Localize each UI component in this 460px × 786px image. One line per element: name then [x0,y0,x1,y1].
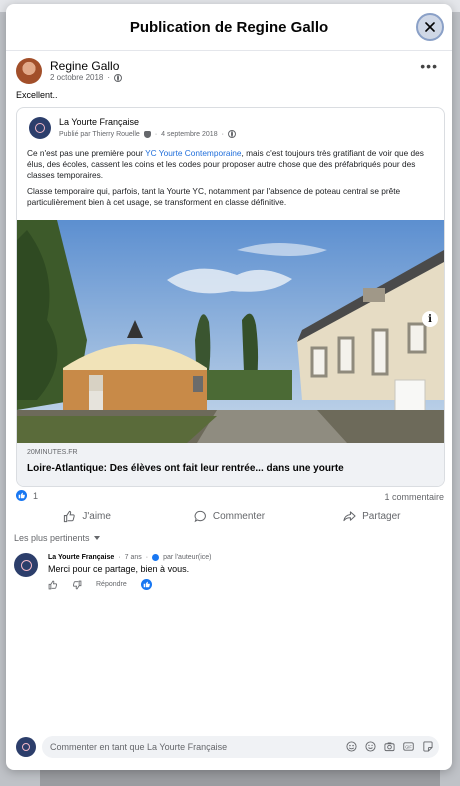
shared-paragraph-1: Ce n'est pas une première pour YC Yourte… [27,148,424,180]
shared-post: La Yourte Française Publié par Thierry R… [16,107,445,487]
shared-post-body: Ce n'est pas une première pour YC Yourte… [27,148,437,213]
comment-actions: Répondre [48,579,152,590]
commenter-avatar[interactable] [14,553,38,577]
likes-count: 1 [33,490,39,501]
link-preview[interactable]: 20MINUTES.FR Loire-Atlantique: Des élève… [17,443,444,486]
published-by: Publié par Thierry Rouelle [59,130,140,138]
more-options-button[interactable]: ••• [420,59,438,73]
link-source: 20MINUTES.FR [27,449,78,456]
yurt-photo[interactable] [17,220,444,443]
post-meta: 2 octobre 2018 · [50,73,123,82]
info-icon[interactable]: i [422,311,438,327]
camera-icon[interactable] [384,741,395,752]
thumbs-down-icon[interactable] [72,580,82,590]
post-text: Excellent.. [16,90,58,100]
like-reaction-icon [16,490,27,501]
sticker-icon[interactable] [422,741,433,752]
shared-post-date[interactable]: 4 septembre 2018 [161,131,217,138]
comment-header: La Yourte Française · 7 ans · par l'aute… [48,554,212,561]
avatar-icon[interactable] [346,741,357,752]
shared-post-meta: Publié par Thierry Rouelle · 4 septembre… [59,130,236,138]
composer-avatar[interactable] [16,737,36,757]
background-page-bottom [40,768,440,786]
comment-button[interactable]: Commenter [158,506,300,526]
like-button[interactable]: J'aime [16,506,158,526]
globe-icon [227,130,236,138]
comment-count[interactable]: 1 commentaire [384,492,444,502]
page-link[interactable]: YC Yourte Contemporaine [145,148,241,158]
reply-button[interactable]: Répondre [96,581,127,588]
shared-paragraph-2: Classe temporaire qui, parfois, tant la … [27,186,401,207]
comment-input[interactable] [50,740,330,754]
dialog-header: Publication de Regine Gallo [6,4,452,51]
emoji-icon[interactable] [365,741,376,752]
author-badge-icon [152,554,160,561]
comment-time[interactable]: 7 ans [125,554,142,561]
close-icon [425,22,435,32]
comment-composer: GIF [42,736,439,758]
like-icon [64,510,76,522]
globe-icon [114,73,123,82]
like-icon[interactable] [48,580,58,590]
page-logo[interactable] [29,117,51,139]
dialog-title: Publication de Regine Gallo [129,19,329,36]
svg-text:GIF: GIF [405,744,412,749]
shared-page-name[interactable]: La Yourte Française [59,117,139,127]
shield-icon [143,130,151,138]
comment-sort-dropdown[interactable]: Les plus pertinents [14,533,100,543]
comment-text: Merci pour ce partage, bien à vous. [48,564,190,574]
chevron-down-icon [93,536,100,540]
close-button[interactable] [416,13,444,41]
author-badge-label: par l'auteur(ice) [163,554,212,561]
comment-like-reaction-icon[interactable] [140,579,152,590]
gif-icon[interactable]: GIF [403,741,414,752]
post-date[interactable]: 2 octobre 2018 [50,73,103,82]
share-icon [343,510,356,521]
comment-author[interactable]: La Yourte Française [48,554,114,561]
post-dialog: Publication de Regine Gallo Regine Gallo… [6,4,452,770]
author-avatar[interactable] [16,58,42,84]
reaction-summary[interactable]: 1 [16,490,38,501]
link-title[interactable]: Loire-Atlantique: Des élèves ont fait le… [27,463,344,474]
more-icon: ••• [420,58,438,74]
post-actions: J'aime Commenter Partager [16,506,443,526]
comment-icon [194,510,206,522]
post-author-name[interactable]: Regine Gallo [50,59,119,73]
share-button[interactable]: Partager [301,506,443,526]
composer-icons: GIF [346,741,433,752]
